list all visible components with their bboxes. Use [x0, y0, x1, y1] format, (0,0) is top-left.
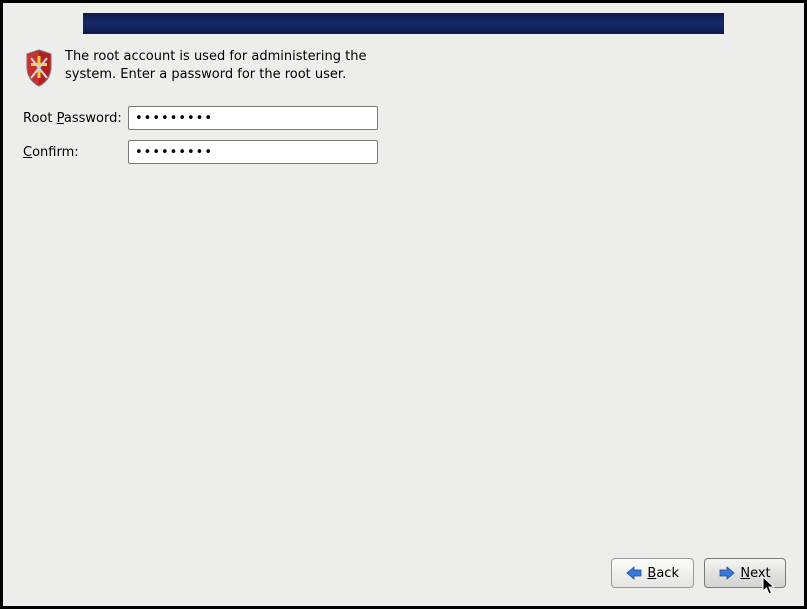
next-button-label: Next	[740, 566, 770, 581]
root-password-input[interactable]	[128, 106, 378, 130]
shield-icon	[23, 48, 55, 88]
header-banner	[83, 13, 724, 34]
arrow-right-icon	[719, 566, 735, 580]
arrow-left-icon	[626, 566, 642, 580]
intro-text: The root account is used for administeri…	[65, 48, 395, 83]
back-button[interactable]: Back	[611, 558, 694, 588]
confirm-password-label: Confirm:	[23, 145, 128, 160]
root-password-label: Root Password:	[23, 111, 128, 126]
next-button[interactable]: Next	[704, 558, 786, 588]
confirm-password-input[interactable]	[128, 140, 378, 164]
back-button-label: Back	[647, 566, 679, 581]
